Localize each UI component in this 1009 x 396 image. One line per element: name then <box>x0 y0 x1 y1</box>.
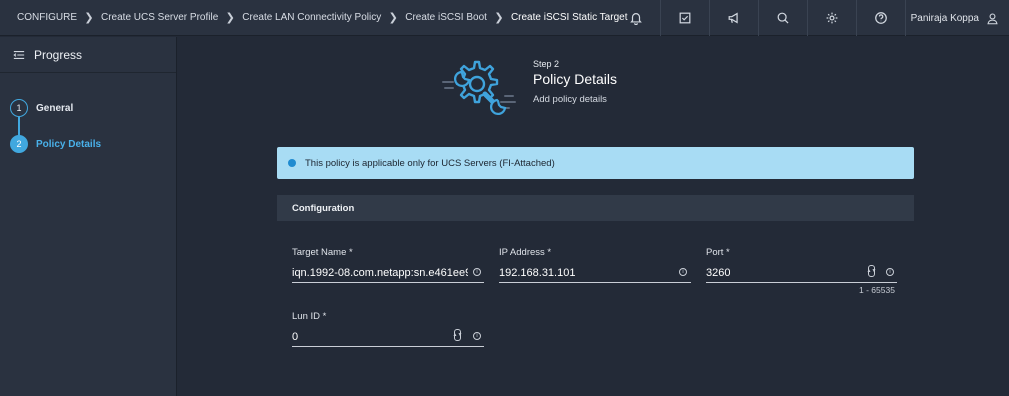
breadcrumb-iscsi-boot[interactable]: Create iSCSI Boot <box>405 12 487 23</box>
port-value: 3260 <box>706 266 731 279</box>
lun-id-input[interactable]: 0 ▲▼ i <box>292 327 484 347</box>
target-name-input[interactable]: iqn.1992-08.com.netapp:sn.e461ee9 i <box>292 263 484 283</box>
step-connector <box>18 117 20 137</box>
announcements-button[interactable] <box>710 0 759 36</box>
step-label: General <box>36 102 74 114</box>
step-label: Policy Details <box>36 138 102 150</box>
main-content: Step 2 Policy Details Add policy details… <box>178 37 1009 396</box>
target-name-field: Target Name * iqn.1992-08.com.netapp:sn.… <box>292 247 484 283</box>
step-number: 1 <box>10 99 28 117</box>
progress-title: Progress <box>34 47 83 62</box>
policy-settings-icon <box>442 60 516 115</box>
banner-text: This policy is applicable only for UCS S… <box>305 157 555 169</box>
chevron-right-icon: ❯ <box>225 12 235 24</box>
help-icon <box>875 12 887 24</box>
page-title: Policy Details <box>533 71 618 87</box>
lun-id-label: Lun ID * <box>292 311 327 322</box>
port-input[interactable]: 3260 ▲▼ i <box>706 263 897 283</box>
port-label: Port * <box>706 247 730 258</box>
ip-address-field: IP Address * 192.168.31.101 i <box>499 247 691 283</box>
step-number: 2 <box>10 135 28 153</box>
target-name-value: iqn.1992-08.com.netapp:sn.e461ee9 <box>292 266 468 279</box>
number-stepper-icon[interactable]: ▲▼ <box>453 329 462 341</box>
top-bar: CONFIGURE ❯ Create UCS Server Profile ❯ … <box>0 0 1009 36</box>
chevron-right-icon: ❯ <box>388 12 398 24</box>
info-icon[interactable]: i <box>473 332 481 340</box>
step-caption: Step 2 <box>533 59 560 69</box>
search-icon <box>777 12 789 24</box>
info-icon <box>288 159 296 167</box>
target-name-label: Target Name * <box>292 247 353 258</box>
search-button[interactable] <box>759 0 808 36</box>
megaphone-icon <box>728 12 738 24</box>
number-stepper-icon[interactable]: ▲▼ <box>867 265 876 277</box>
info-banner: This policy is applicable only for UCS S… <box>277 147 914 179</box>
step-general[interactable]: 1 General <box>0 90 176 126</box>
chevron-right-icon: ❯ <box>84 12 94 24</box>
port-field: Port * 3260 ▲▼ i <box>706 247 897 283</box>
info-icon[interactable]: i <box>886 268 894 276</box>
info-icon[interactable]: i <box>679 268 687 276</box>
section-title: Configuration <box>292 202 355 214</box>
ip-address-label: IP Address * <box>499 247 552 258</box>
progress-steps: 1 General 2 Policy Details <box>0 73 176 162</box>
user-name: Paniraja Koppa <box>910 12 979 24</box>
lun-id-field: Lun ID * 0 ▲▼ i <box>292 311 484 347</box>
page-subtitle: Add policy details <box>533 94 607 105</box>
collapse-menu-icon[interactable] <box>13 49 25 61</box>
breadcrumb-iscsi-static-target: Create iSCSI Static Target <box>510 12 628 23</box>
ip-address-input[interactable]: 192.168.31.101 i <box>499 263 691 283</box>
gear-icon <box>826 12 838 24</box>
help-button[interactable] <box>857 0 906 36</box>
configuration-section-header[interactable]: Configuration <box>277 195 914 221</box>
breadcrumb: CONFIGURE ❯ Create UCS Server Profile ❯ … <box>0 0 627 36</box>
breadcrumb-server-profile[interactable]: Create UCS Server Profile <box>101 12 218 23</box>
info-icon[interactable]: i <box>473 268 481 276</box>
user-icon <box>987 13 998 24</box>
chevron-right-icon: ❯ <box>494 12 504 24</box>
port-range-hint: 1 - 65535 <box>859 285 895 295</box>
ip-address-value: 192.168.31.101 <box>499 266 576 279</box>
tasks-icon <box>679 12 691 24</box>
breadcrumb-lan-policy[interactable]: Create LAN Connectivity Policy <box>242 12 381 23</box>
tasks-button[interactable] <box>661 0 710 36</box>
bell-icon <box>630 13 642 25</box>
lun-id-value: 0 <box>292 330 299 343</box>
breadcrumb-configure[interactable]: CONFIGURE <box>17 12 77 23</box>
user-menu[interactable]: Paniraja Koppa <box>911 0 999 36</box>
notifications-button[interactable] <box>612 0 661 36</box>
progress-header: Progress <box>0 37 176 73</box>
header-toolbar <box>612 0 906 36</box>
settings-button[interactable] <box>808 0 857 36</box>
step-policy-details[interactable]: 2 Policy Details <box>0 126 176 162</box>
progress-sidebar: Progress 1 General 2 Policy Details <box>0 37 177 396</box>
